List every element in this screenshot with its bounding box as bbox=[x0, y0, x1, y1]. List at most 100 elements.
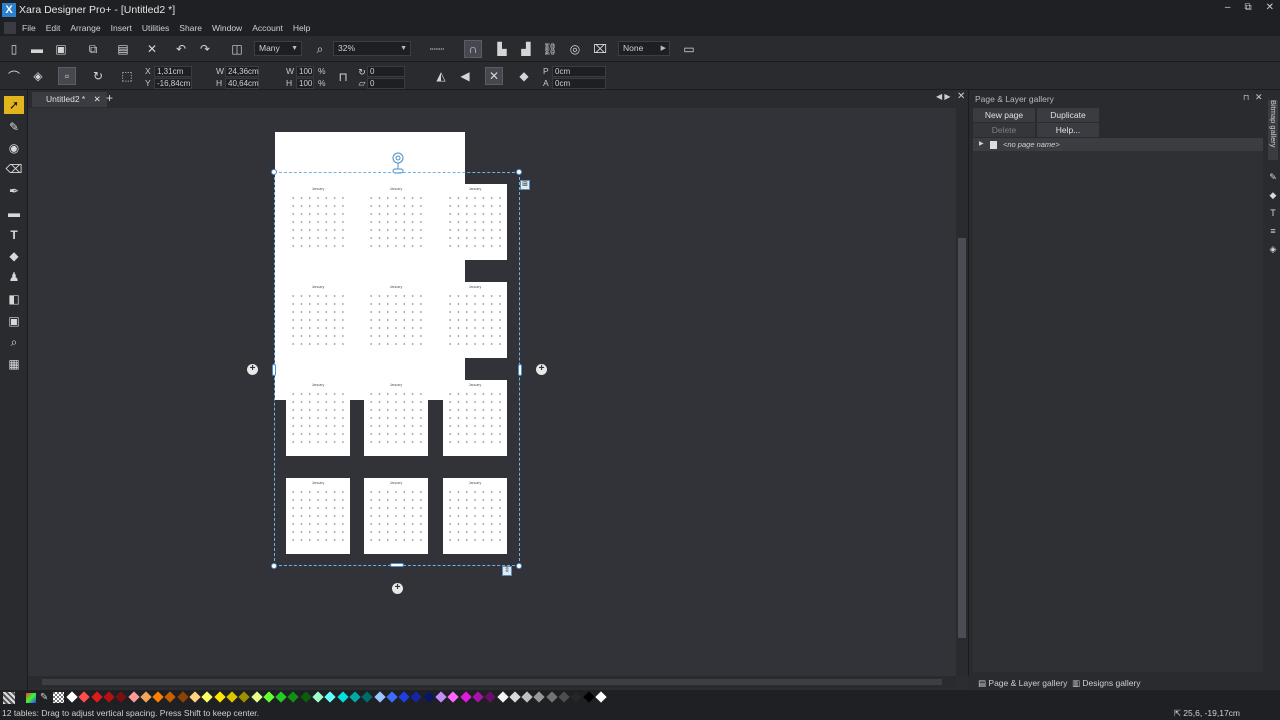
minimize-button[interactable]: – bbox=[1225, 2, 1231, 13]
color-swatch[interactable] bbox=[423, 691, 435, 703]
drawing-canvas[interactable]: January January January January January Janua… bbox=[28, 108, 956, 676]
color-swatch[interactable] bbox=[361, 691, 373, 703]
add-column-left-icon[interactable]: + bbox=[247, 364, 258, 375]
no-color-swatch[interactable] bbox=[3, 692, 15, 704]
color-swatch[interactable] bbox=[533, 691, 546, 703]
photo-tool-icon[interactable]: ◉ bbox=[4, 139, 24, 157]
tab-scroll-left-icon[interactable]: ◀ ▶ bbox=[936, 92, 951, 101]
resize-handle-bottom[interactable] bbox=[390, 563, 404, 567]
y-position-field[interactable]: -16,84cm bbox=[154, 78, 192, 89]
bevel-tool-icon[interactable]: ▣ bbox=[4, 312, 24, 330]
color-swatch[interactable] bbox=[226, 691, 238, 703]
color-swatch[interactable] bbox=[398, 691, 410, 703]
rotate-mode-icon[interactable]: ▫ bbox=[58, 67, 76, 85]
shape-editor-icon[interactable]: ⌒ bbox=[5, 67, 23, 85]
resize-handle-left[interactable] bbox=[272, 364, 276, 376]
height-field[interactable]: 40,64cm bbox=[225, 78, 259, 89]
color-swatch[interactable] bbox=[263, 691, 275, 703]
color-swatch[interactable] bbox=[275, 691, 287, 703]
paste-icon[interactable]: ▤ bbox=[114, 40, 132, 58]
text-side-icon[interactable]: T bbox=[1266, 204, 1280, 222]
link-icon[interactable]: ⛓ bbox=[541, 40, 559, 58]
fill-icon[interactable]: ◈ bbox=[29, 67, 47, 85]
document-menu-icon[interactable] bbox=[4, 21, 16, 34]
tab-page-layer-gallery[interactable]: ▤ Page & Layer gallery bbox=[978, 676, 1067, 690]
pen-tool-icon[interactable]: ✒ bbox=[4, 182, 24, 200]
restore-button[interactable]: ⧉ bbox=[1244, 2, 1251, 13]
color-swatch[interactable] bbox=[164, 691, 177, 703]
menu-edit[interactable]: Edit bbox=[46, 23, 61, 33]
menu-account[interactable]: Account bbox=[252, 23, 283, 33]
pin-icon[interactable]: ⊓ bbox=[1243, 93, 1249, 102]
style-side-icon[interactable]: ≡ bbox=[1266, 222, 1280, 240]
color-picker-icon[interactable] bbox=[26, 693, 36, 703]
color-swatch[interactable] bbox=[546, 691, 558, 703]
menu-help[interactable]: Help bbox=[293, 23, 310, 33]
flip-vertical-icon[interactable]: ◀ bbox=[456, 67, 474, 85]
color-swatch[interactable] bbox=[595, 691, 607, 703]
color-swatch[interactable] bbox=[300, 691, 312, 703]
color-swatch[interactable] bbox=[127, 691, 140, 703]
vertical-spacing-cursor-icon[interactable]: ⇳ bbox=[502, 566, 512, 576]
vertical-scroll-thumb[interactable] bbox=[958, 238, 966, 638]
color-swatch[interactable] bbox=[349, 691, 361, 703]
list-item[interactable]: ▶ <no page name> bbox=[973, 138, 1263, 151]
zoom-icon[interactable]: ⌕ bbox=[311, 40, 329, 58]
color-swatch[interactable] bbox=[213, 691, 226, 703]
help-button[interactable]: Help... bbox=[1037, 123, 1099, 137]
color-swatch[interactable] bbox=[90, 691, 103, 703]
resize-handle-top-right[interactable] bbox=[516, 169, 522, 175]
color-swatch[interactable] bbox=[484, 691, 496, 703]
menu-arrange[interactable]: Arrange bbox=[70, 23, 100, 33]
refresh-transform-icon[interactable]: ↻ bbox=[89, 67, 107, 85]
save-icon[interactable]: ▣ bbox=[52, 40, 70, 58]
a-field[interactable]: 0cm bbox=[552, 78, 606, 89]
close-window-button[interactable]: ✕ bbox=[1266, 2, 1274, 13]
menu-insert[interactable]: Insert bbox=[111, 23, 132, 33]
color-swatch[interactable] bbox=[78, 691, 90, 703]
color-swatch[interactable] bbox=[103, 691, 115, 703]
width-field[interactable]: 24,36cm bbox=[225, 66, 259, 77]
panel-toggle-icon[interactable]: ▭ bbox=[680, 40, 698, 58]
color-swatch[interactable] bbox=[447, 691, 459, 703]
new-page-button[interactable]: New page bbox=[973, 108, 1035, 122]
duplicate-button[interactable]: Duplicate bbox=[1037, 108, 1099, 122]
redo-icon[interactable]: ↷ bbox=[196, 40, 214, 58]
color-swatch[interactable] bbox=[152, 691, 164, 703]
color-swatch[interactable] bbox=[459, 691, 472, 703]
lock-aspect-icon[interactable]: ⊓ bbox=[334, 68, 352, 86]
menu-utilities[interactable]: Utilities bbox=[142, 23, 169, 33]
selector-tool-icon[interactable]: ➚ bbox=[4, 96, 24, 114]
fill-side-icon[interactable]: ◆ bbox=[1266, 186, 1280, 204]
color-swatch[interactable] bbox=[312, 691, 324, 703]
add-column-right-icon[interactable]: + bbox=[536, 364, 547, 375]
menu-share[interactable]: Share bbox=[179, 23, 202, 33]
send-back-icon[interactable]: ▟ bbox=[517, 40, 535, 58]
copy-icon[interactable]: ⧉ bbox=[84, 40, 102, 58]
horizontal-scroll-thumb[interactable] bbox=[42, 679, 942, 685]
table-tool-icon[interactable]: ▦ bbox=[4, 355, 24, 373]
new-document-icon[interactable]: ▯ bbox=[5, 40, 23, 58]
add-tab-button[interactable]: + bbox=[106, 91, 113, 105]
height-percent-field[interactable]: 100 bbox=[296, 78, 314, 89]
tab-designs-gallery[interactable]: ▥ Designs gallery bbox=[1072, 676, 1141, 690]
delete-button[interactable]: Delete bbox=[973, 123, 1035, 137]
flip-horizontal-icon[interactable]: ◭ bbox=[432, 67, 450, 85]
resize-handle-bottom-left[interactable] bbox=[271, 563, 277, 569]
transparent-swatch[interactable] bbox=[53, 692, 64, 703]
color-swatch[interactable] bbox=[66, 691, 78, 703]
x-position-field[interactable]: 1,31cm bbox=[154, 66, 192, 77]
bring-front-icon[interactable]: ▙ bbox=[493, 40, 511, 58]
snap-grid-icon[interactable]: ┈┈ bbox=[422, 40, 452, 58]
menu-file[interactable]: File bbox=[22, 23, 36, 33]
transform-icon[interactable]: ◫ bbox=[228, 40, 246, 58]
color-swatch[interactable] bbox=[435, 691, 447, 703]
color-swatch[interactable] bbox=[558, 691, 570, 703]
tag-side-icon[interactable]: ◈ bbox=[1266, 240, 1280, 258]
add-row-bottom-icon[interactable]: + bbox=[392, 583, 403, 594]
color-swatch[interactable] bbox=[140, 691, 152, 703]
table-options-icon[interactable]: ⊞ bbox=[520, 180, 530, 190]
close-document-icon[interactable]: ✕ bbox=[957, 91, 965, 102]
color-swatch[interactable] bbox=[250, 691, 263, 703]
color-swatch[interactable] bbox=[115, 691, 127, 703]
